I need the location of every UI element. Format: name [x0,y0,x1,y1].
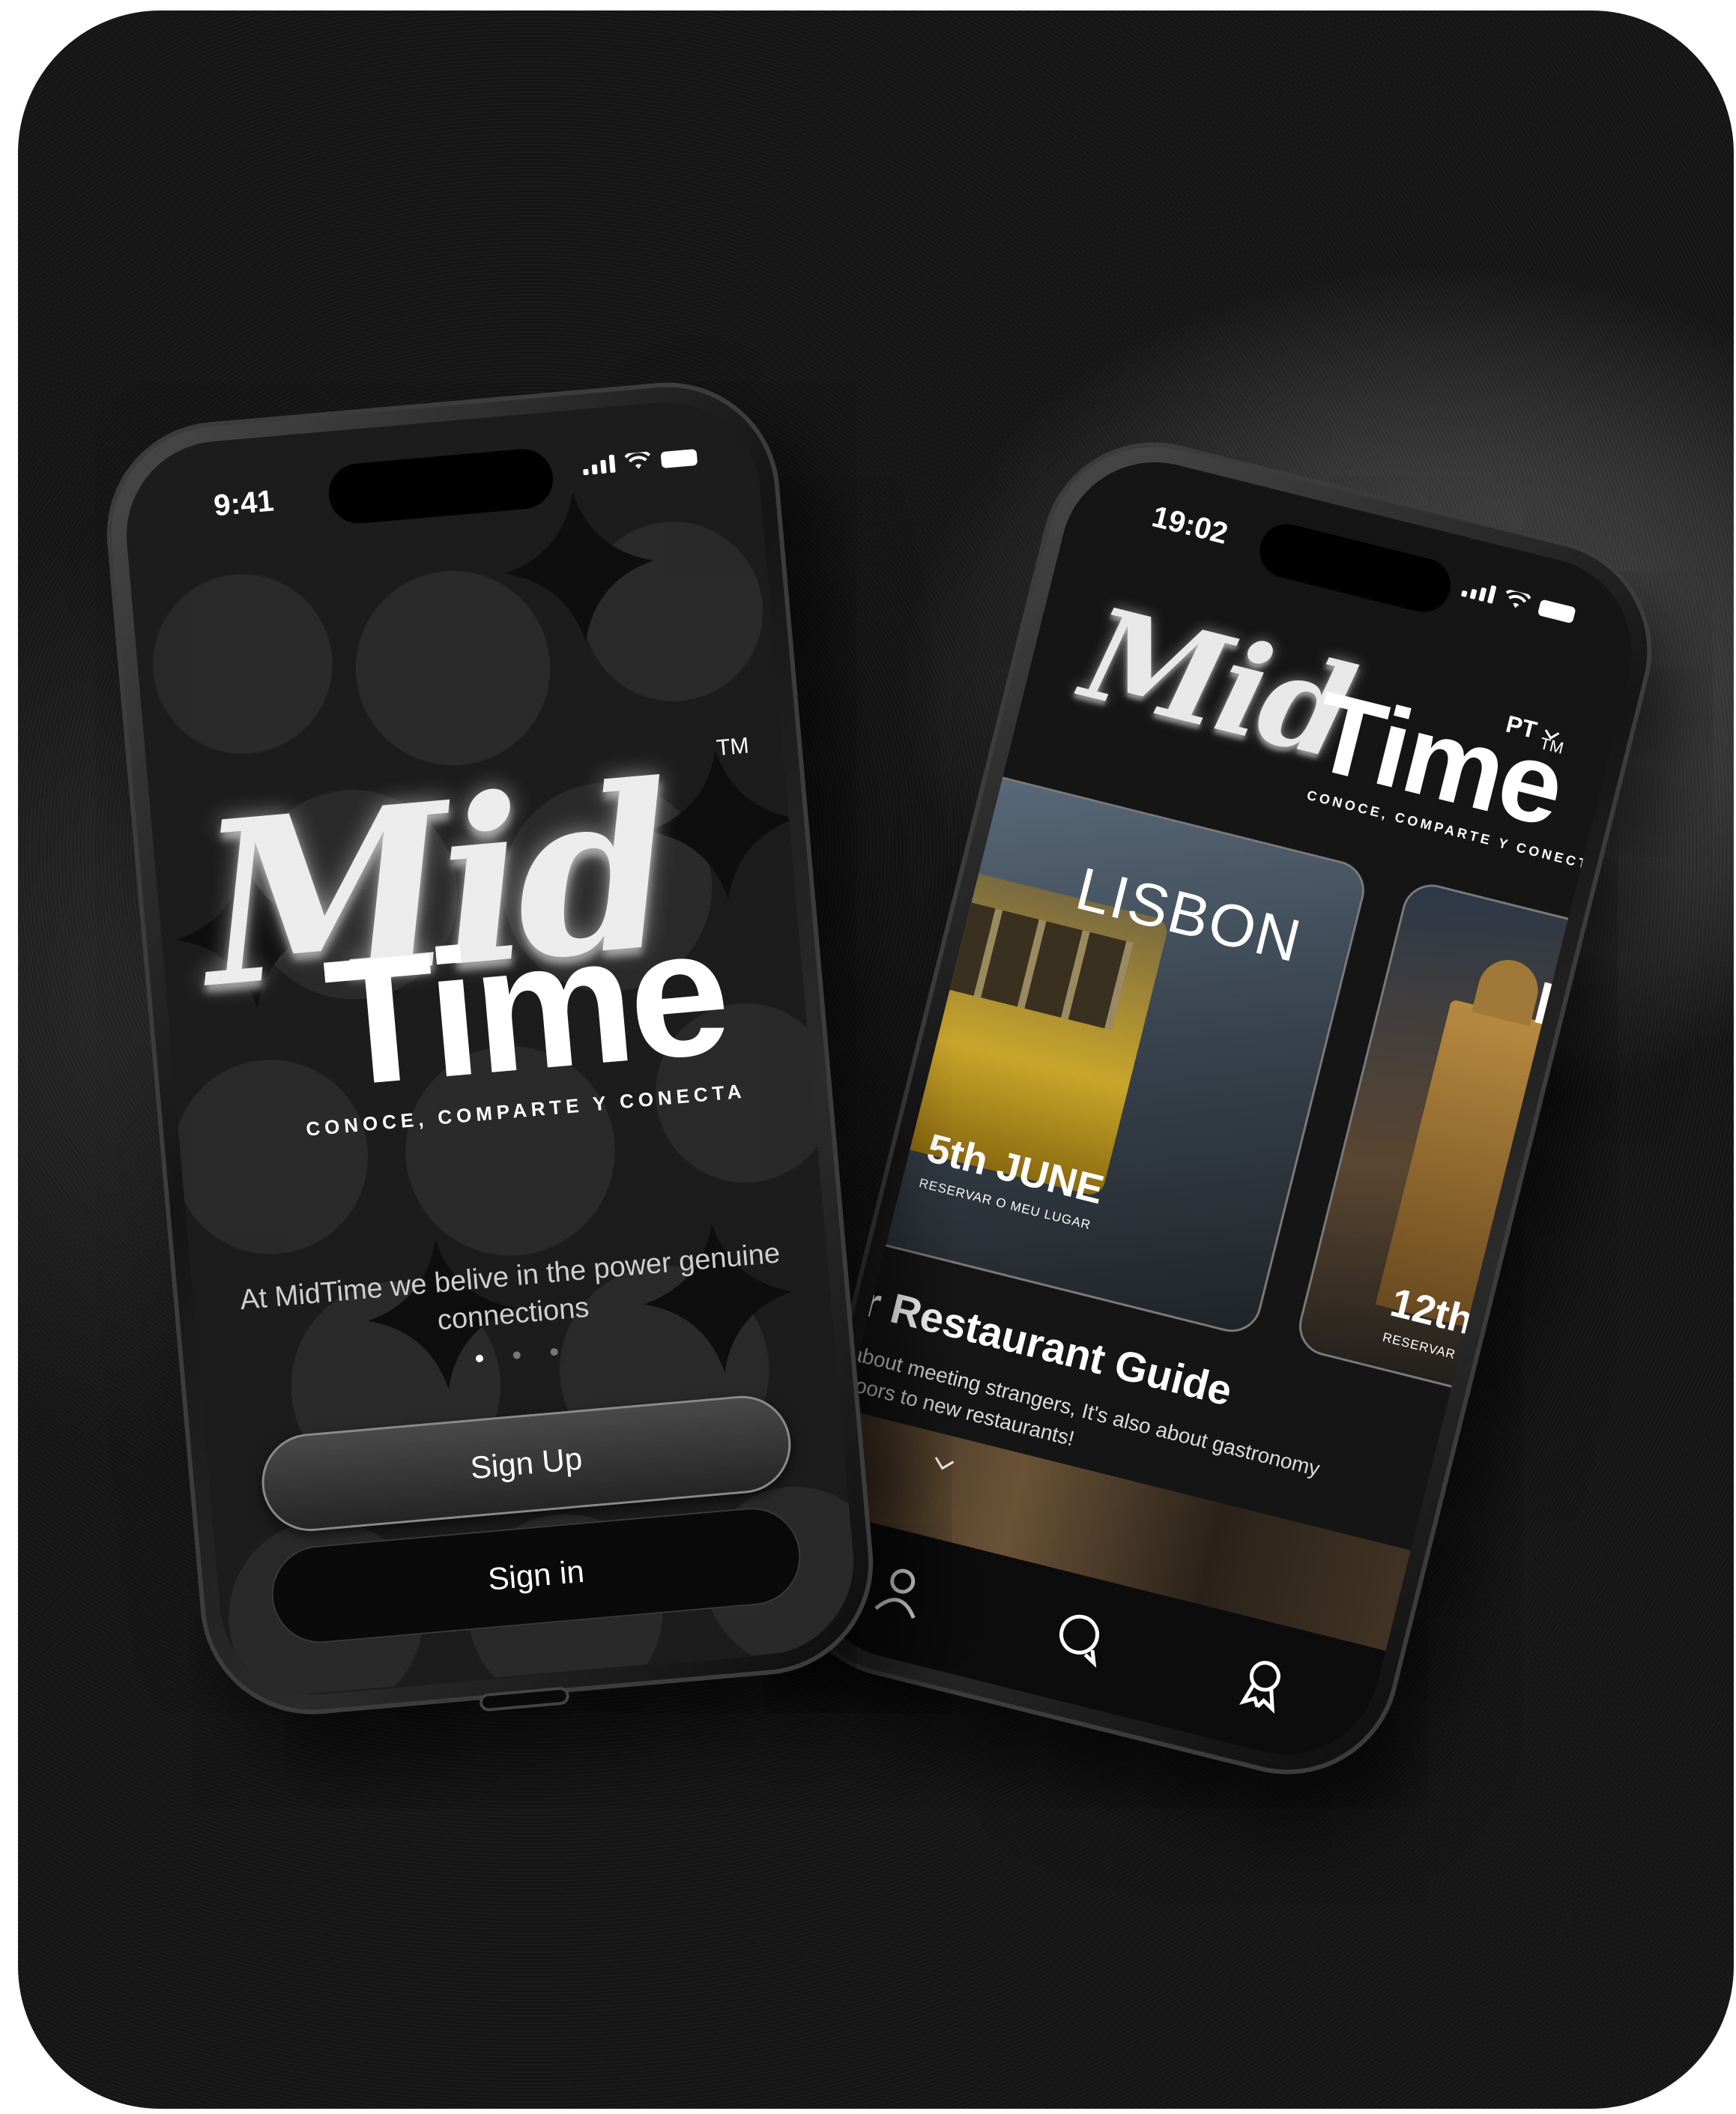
wifi-icon [1505,588,1531,608]
status-time: 19:02 [1149,500,1232,551]
page-dot[interactable] [512,1351,521,1359]
phone-home: 19:02 PT Mid Time TM CONOCE, COMPARTE Y … [765,418,1676,1799]
badge-icon [1239,1661,1280,1714]
tab-chat[interactable] [1045,1601,1118,1673]
signal-icon [1460,579,1497,604]
battery-icon [660,448,698,469]
phone-welcome: 9:41 Mid TM Time CONOCE, COMPARTE Y CONE… [97,373,883,1724]
status-icons [1460,579,1576,624]
signal-icon [582,454,616,476]
welcome-screen: 9:41 Mid TM Time CONOCE, COMPARTE Y CONE… [118,394,862,1703]
status-time: 9:41 [212,484,276,523]
chat-icon [1059,1614,1100,1668]
battery-icon [1537,599,1576,624]
midtime-logo: Mid TM Time CONOCE, COMPARTE Y CONECTA [193,723,808,1162]
wifi-icon [624,451,651,469]
page-dot[interactable] [550,1347,559,1356]
status-icons [582,447,698,476]
event-card-lisbon[interactable]: LISBON 5th JUNE RESERVAR O MEU LUGAR [856,769,1371,1338]
product-mockup-frame: 19:02 PT Mid Time TM CONOCE, COMPARTE Y … [18,10,1734,2109]
page-dot-active[interactable] [475,1354,484,1363]
trademark-mark: TM [715,733,750,761]
tab-badge[interactable] [1227,1646,1300,1718]
